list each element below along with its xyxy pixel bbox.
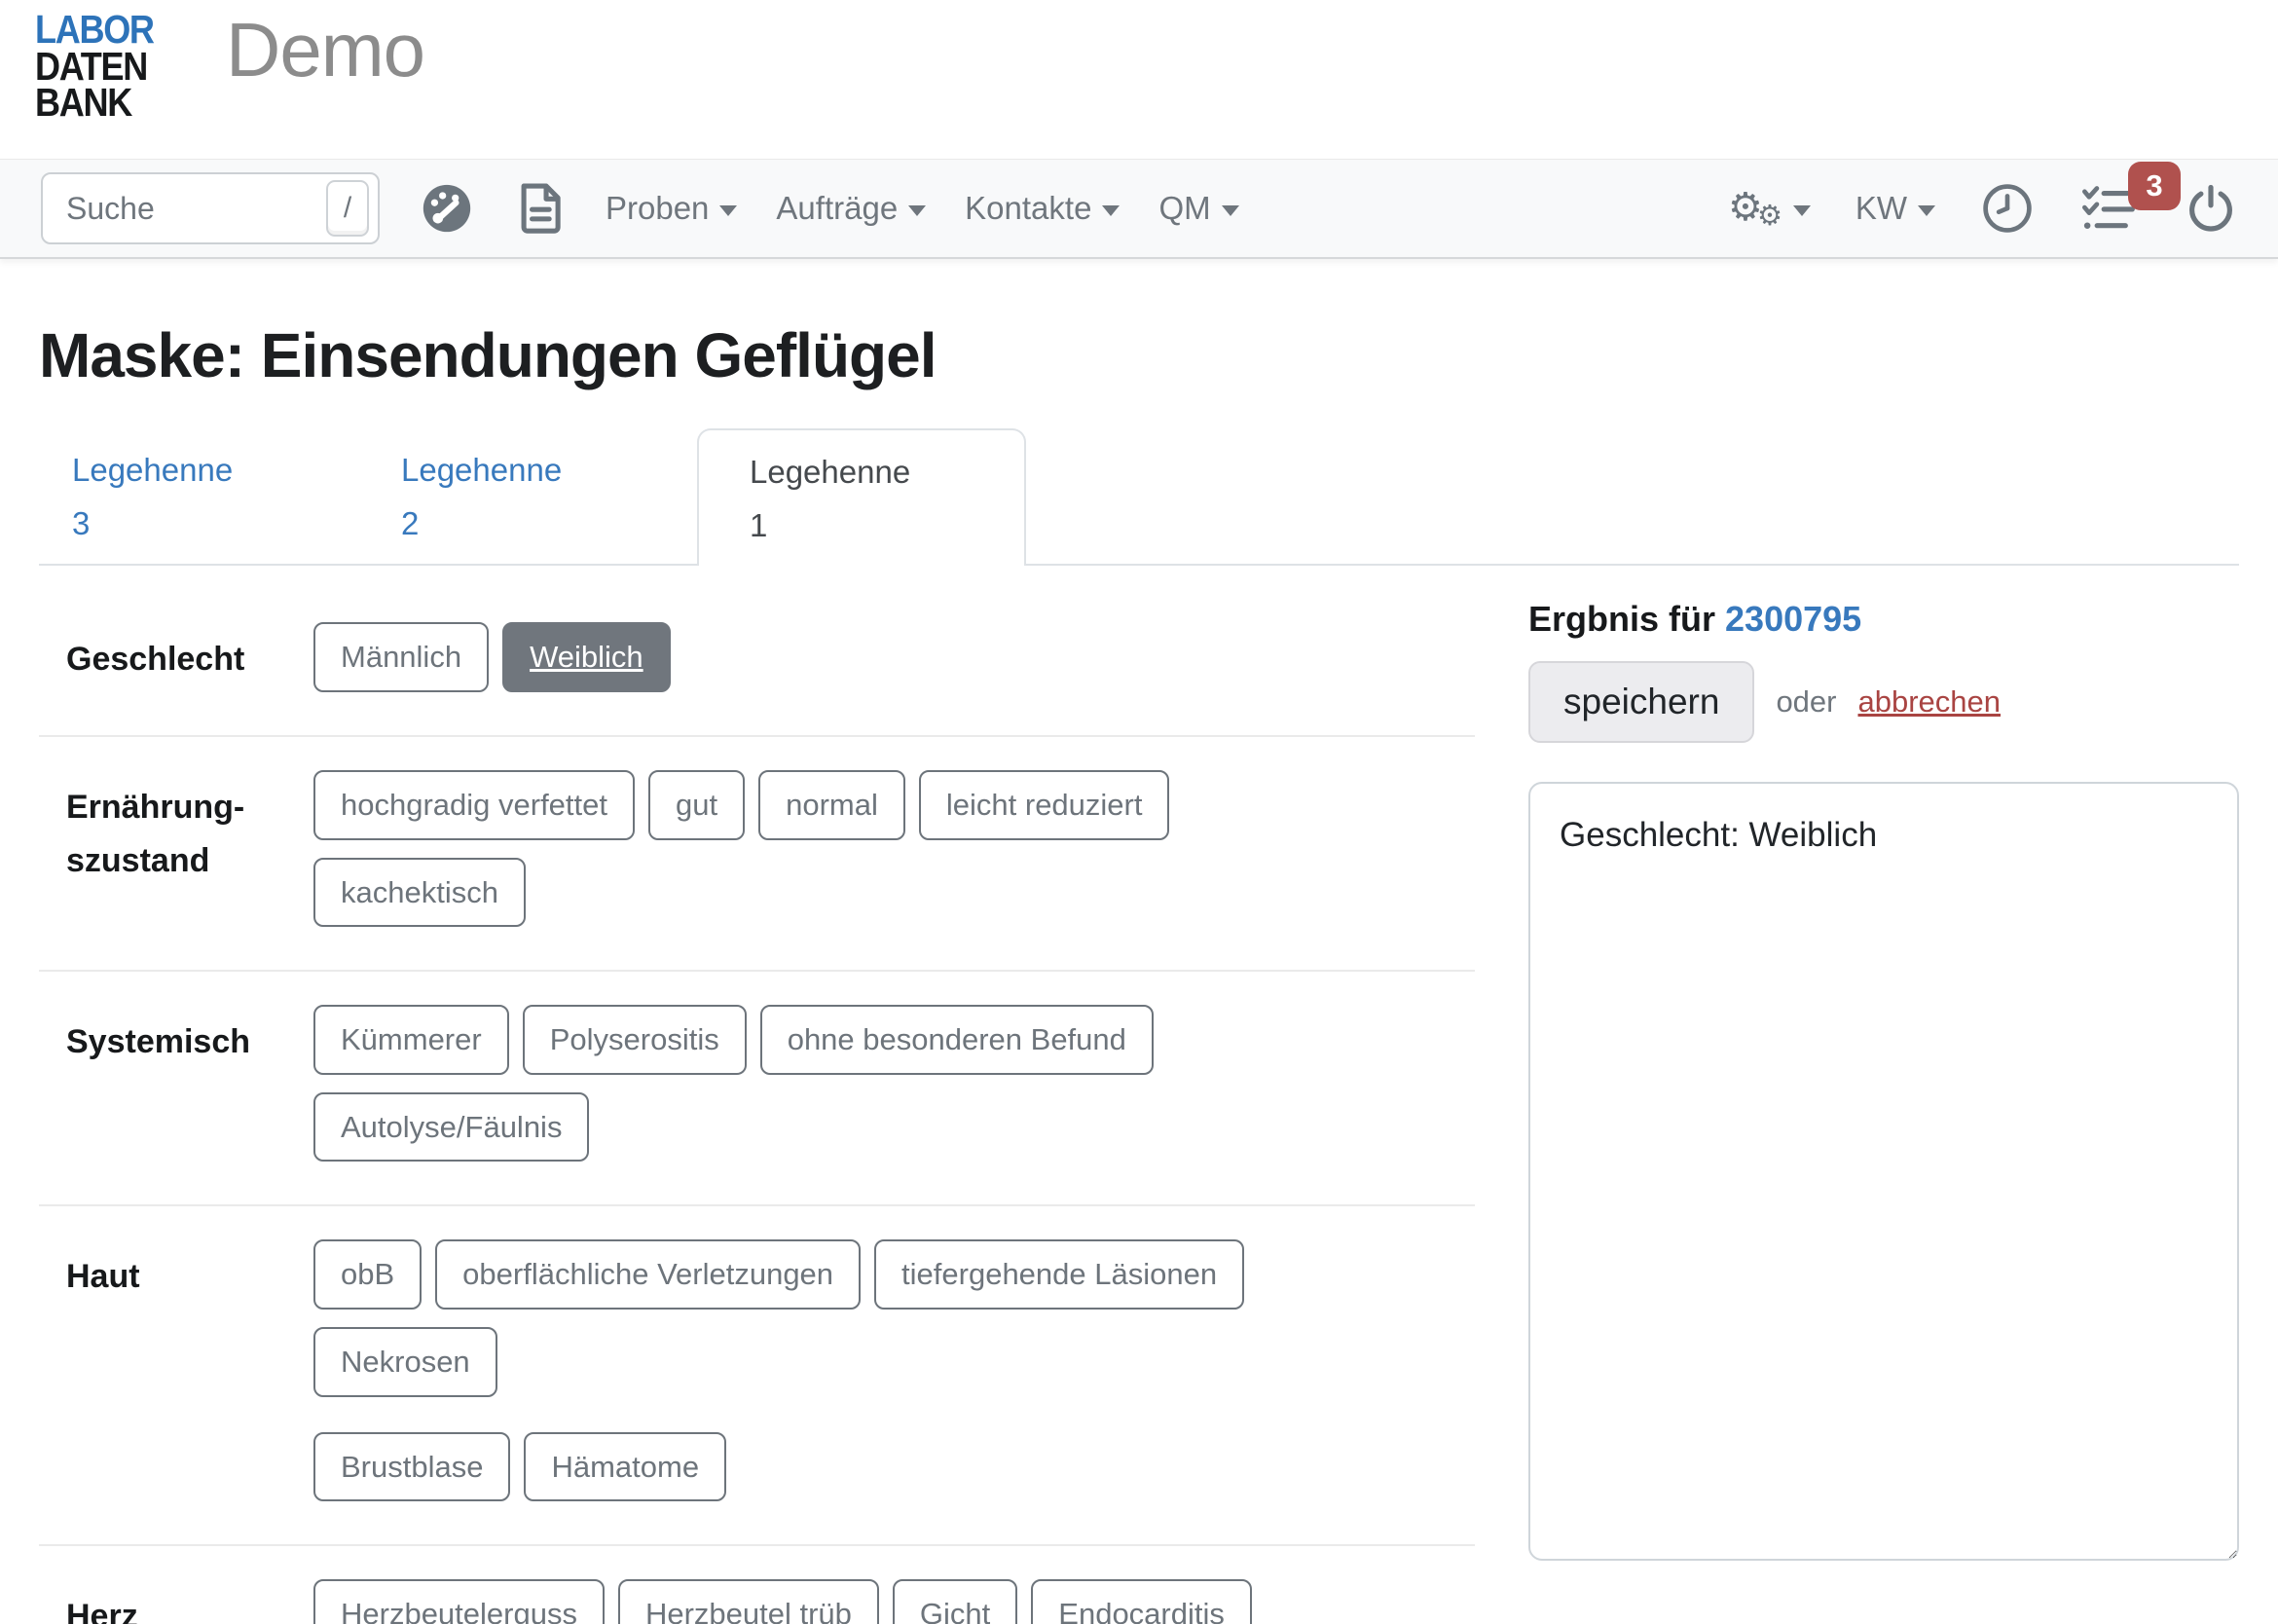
labordatenbank-logo[interactable]: LABOR DATEN BANK (35, 12, 154, 122)
slash-shortcut-badge: / (326, 180, 369, 237)
option-button[interactable]: Gicht (893, 1579, 1017, 1624)
option-button[interactable]: Herzbeutel trüb (618, 1579, 879, 1624)
tasks-badge: 3 (2128, 162, 2181, 210)
menu-auftraege[interactable]: Aufträge (776, 190, 926, 227)
tab-legehenne-3[interactable]: Legehenne 3 (39, 428, 368, 564)
chevron-down-icon (1793, 205, 1811, 216)
row-label-geschlecht: Geschlecht (39, 622, 313, 686)
chevron-down-icon (908, 205, 926, 216)
app-title: Demo (226, 6, 424, 94)
mask-body: Geschlecht Männlich Weiblich Ernährung- … (39, 566, 2239, 1624)
power-icon[interactable] (2185, 182, 2237, 235)
option-button[interactable]: gut (648, 770, 745, 840)
result-panel: Ergbnis für 2300795 speichern oder abbre… (1528, 566, 2239, 1566)
menu-kontakte-label: Kontakte (965, 190, 1091, 227)
search-container: / (41, 172, 380, 244)
tab-number: 2 (401, 507, 697, 541)
option-button[interactable]: Hämatome (524, 1432, 726, 1502)
menu-auftraege-label: Aufträge (776, 190, 898, 227)
option-button[interactable]: Autolyse/Fäulnis (313, 1092, 589, 1163)
option-button[interactable]: leicht reduziert (919, 770, 1170, 840)
kw-dropdown[interactable]: KW (1855, 190, 1935, 227)
chevron-down-icon (1918, 205, 1935, 216)
chevron-down-icon (1222, 205, 1239, 216)
row-label-systemisch: Systemisch (39, 1005, 313, 1069)
option-button[interactable]: Kümmerer (313, 1005, 509, 1075)
option-button[interactable]: Polyserositis (523, 1005, 747, 1075)
tab-legehenne-2[interactable]: Legehenne 2 (368, 428, 697, 564)
clock-icon[interactable] (1980, 181, 2035, 236)
chevron-down-icon (1102, 205, 1120, 216)
menu-qm-label: QM (1158, 190, 1210, 227)
option-button[interactable]: Endocarditis (1031, 1579, 1252, 1624)
tab-bar: Legehenne 3 Legehenne 2 Legehenne 1 (39, 428, 2239, 566)
option-button[interactable]: oberflächliche Verletzungen (435, 1239, 861, 1310)
save-button[interactable]: speichern (1528, 661, 1754, 743)
tasks-icon[interactable]: 3 (2079, 181, 2140, 236)
navbar-right-items: ⚙⚙ KW 3 (1728, 181, 2237, 236)
save-controls: speichern oder abbrechen (1528, 661, 2239, 743)
or-text: oder (1776, 684, 1836, 720)
tab-title: Legehenne (401, 454, 697, 488)
option-button[interactable]: normal (758, 770, 905, 840)
option-button[interactable]: Brustblase (313, 1432, 510, 1502)
form-row-geschlecht: Geschlecht Männlich Weiblich (39, 566, 1475, 737)
option-group-geschlecht: Männlich Weiblich (313, 622, 1384, 692)
kw-label: KW (1855, 190, 1907, 227)
form-row-systemisch: Systemisch Kümmerer Polyserositis ohne b… (39, 972, 1475, 1206)
option-button[interactable]: Nekrosen (313, 1327, 497, 1397)
menu-proben[interactable]: Proben (606, 190, 737, 227)
tab-legehenne-1[interactable]: Legehenne 1 (697, 428, 1026, 566)
form-row-herz: Herz Herzbeutelerguss Herzbeutel trüb Gi… (39, 1546, 1475, 1624)
page-title: Maske: Einsendungen Geflügel (39, 319, 2239, 391)
finding-form: Geschlecht Männlich Weiblich Ernährung- … (39, 566, 1475, 1624)
logo-line-bank: BANK (35, 85, 154, 122)
form-row-ernaehrungszustand: Ernährung- szustand hochgradig verfettet… (39, 737, 1475, 972)
navbar-left-items: Proben Aufträge Kontakte QM (419, 180, 1239, 237)
option-button[interactable]: Herzbeutelerguss (313, 1579, 605, 1624)
form-row-haut: Haut obB oberflächliche Verletzungen tie… (39, 1206, 1475, 1546)
option-group-haut: obB oberflächliche Verletzungen tieferge… (313, 1239, 1384, 1501)
option-button[interactable]: hochgradig verfettet (313, 770, 635, 840)
row-label-haut: Haut (39, 1239, 313, 1304)
settings-dropdown[interactable]: ⚙⚙ (1728, 188, 1811, 230)
speedometer-icon[interactable] (419, 180, 475, 237)
option-group-systemisch: Kümmerer Polyserositis ohne besonderen B… (313, 1005, 1384, 1162)
tab-number: 1 (750, 509, 1024, 543)
option-button-maennlich[interactable]: Männlich (313, 622, 489, 692)
tab-title: Legehenne (72, 454, 368, 488)
menu-kontakte[interactable]: Kontakte (965, 190, 1120, 227)
case-id-link[interactable]: 2300795 (1725, 599, 1861, 639)
option-group-herz: Herzbeutelerguss Herzbeutel trüb Gicht E… (313, 1579, 1384, 1624)
result-output-textarea[interactable]: Geschlecht: Weiblich (1528, 782, 2239, 1561)
result-heading: Ergbnis für 2300795 (1528, 599, 2239, 640)
cancel-link[interactable]: abbrechen (1857, 684, 2001, 720)
gears-icon: ⚙⚙ (1728, 188, 1782, 230)
option-button[interactable]: ohne besonderen Befund (760, 1005, 1154, 1075)
option-group-ernaehrungszustand: hochgradig verfettet gut normal leicht r… (313, 770, 1384, 927)
result-heading-text: Ergbnis für (1528, 599, 1715, 639)
option-button[interactable]: obB (313, 1239, 422, 1310)
tab-title: Legehenne (750, 456, 1024, 490)
main-navbar: / Proben Aufträge (0, 159, 2278, 259)
option-button[interactable]: tiefergehende Läsionen (874, 1239, 1244, 1310)
option-button[interactable]: kachektisch (313, 858, 526, 928)
app-header: LABOR DATEN BANK Demo (0, 0, 2278, 159)
document-icon[interactable] (514, 180, 567, 237)
chevron-down-icon (719, 205, 737, 216)
option-button-weiblich[interactable]: Weiblich (502, 622, 671, 692)
row-label-ernaehrungszustand: Ernährung- szustand (39, 770, 313, 888)
row-label-herz: Herz (39, 1579, 313, 1624)
menu-qm[interactable]: QM (1158, 190, 1238, 227)
main-content: Maske: Einsendungen Geflügel Legehenne 3… (0, 319, 2278, 1624)
tab-number: 3 (72, 507, 368, 541)
menu-proben-label: Proben (606, 190, 709, 227)
